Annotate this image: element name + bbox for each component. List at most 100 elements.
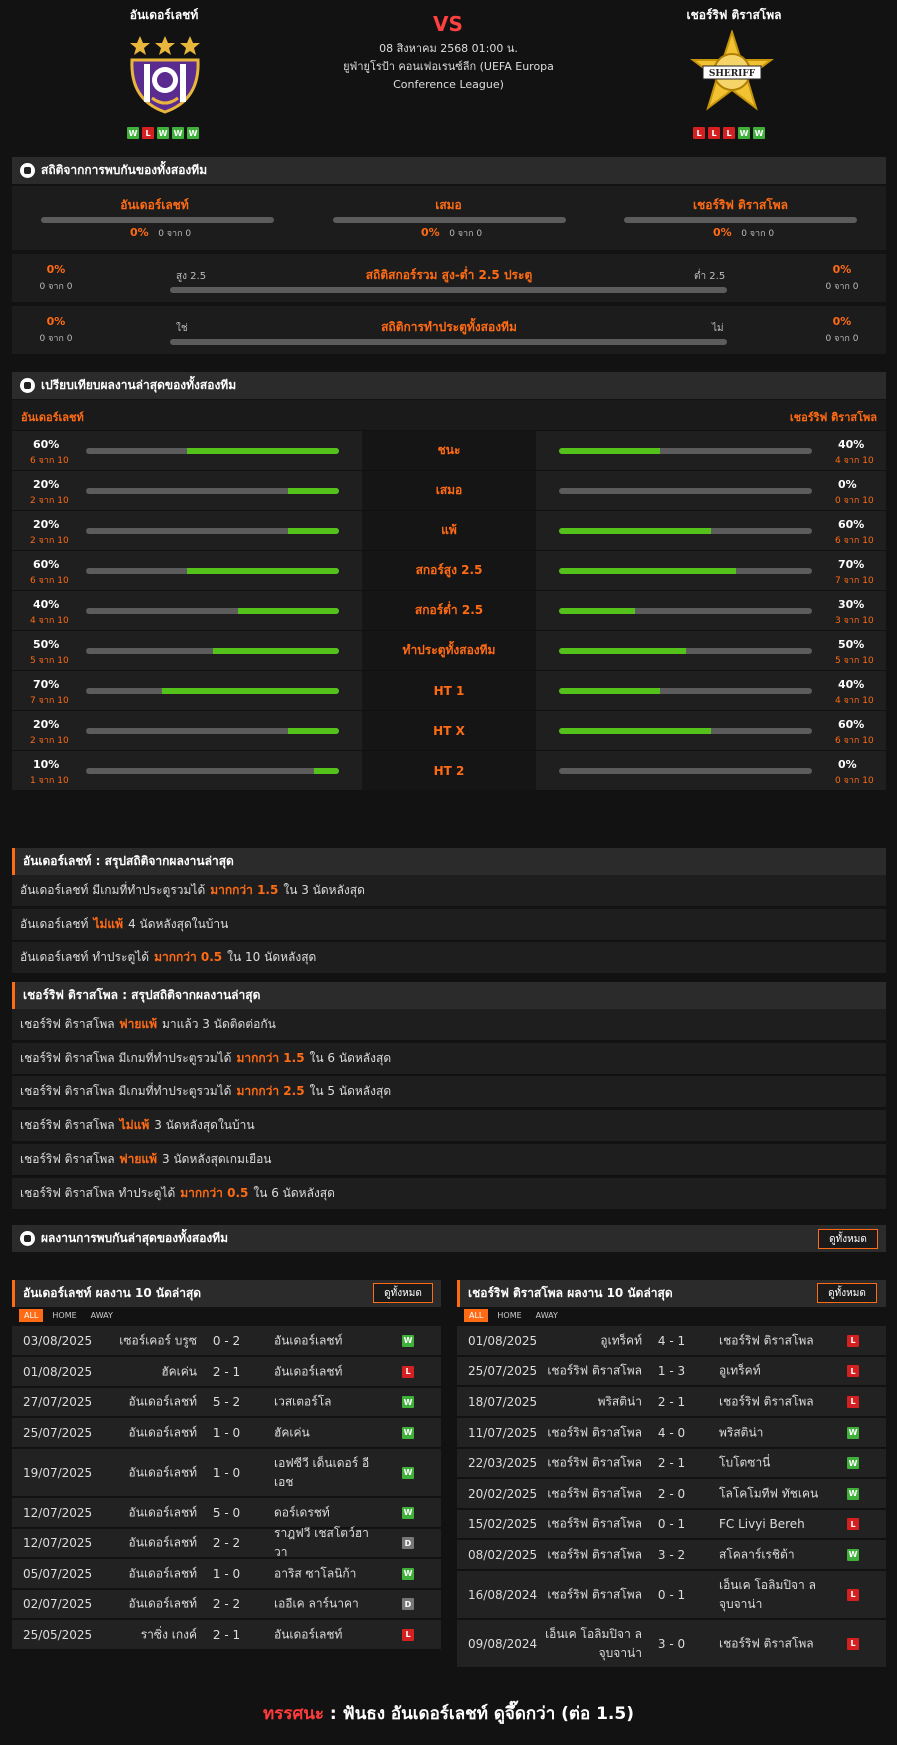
table-row[interactable]: 27/07/2025 อันเดอร์เลชท์ 5 - 2 เวสเตอร์โล W — [12, 1388, 441, 1417]
match-date: 19/07/2025 — [23, 1465, 93, 1480]
away-percent: 70% — [838, 558, 865, 571]
view-all-home-button[interactable]: ดูทั้งหมด — [373, 1283, 433, 1303]
away-bar — [559, 448, 812, 454]
table-row[interactable]: 25/07/2025 อันเดอร์เลชท์ 1 - 0 ฮัคเค่น W — [12, 1418, 441, 1448]
table-row[interactable]: 19/07/2025 อันเดอร์เลชท์ 1 - 0 เอฟซีวี เด็น… — [12, 1449, 441, 1497]
home-team: อูเทร็คท์ — [600, 1333, 642, 1347]
home-bar — [86, 448, 339, 454]
compare-away-team[interactable]: เชอร์ริฟ ติราสโพล — [790, 408, 877, 426]
table-row[interactable]: 12/07/2025 อันเดอร์เลชท์ 5 - 0 ดอร์เดรชท์ W — [12, 1498, 441, 1528]
h2h-away-stat: 0% 0 จาก 0 — [713, 226, 775, 239]
match-score: 1 - 0 — [212, 1465, 241, 1480]
compare-home-team[interactable]: อันเดอร์เลชท์ — [21, 408, 84, 426]
away-team: เออีเค ลาร์นาคา — [274, 1596, 359, 1611]
home-bar — [86, 608, 339, 614]
match-date: 27/07/2025 — [23, 1395, 93, 1409]
verdict-text: ฟันธง อันเดอร์เลชท์ ดูจึ๊ดกว่า (ต่อ 1.5) — [342, 1704, 634, 1724]
home-team: เชอร์ริฟ ติราสโพล — [547, 1547, 642, 1561]
summary-line: อันเดอร์เลชท์ ทำประตูได้ มากกว่า 0.5 ใน 10… — [12, 942, 886, 975]
match-date: 01/08/2025 — [468, 1333, 538, 1348]
table-row[interactable]: 03/08/2025 เซอร์เคอร์ บรูซ 0 - 2 อันเดอร์เล… — [12, 1326, 441, 1356]
table-row[interactable]: 01/08/2025 ฮัคเค่น 2 - 1 อันเดอร์เลชท์ L — [12, 1357, 441, 1387]
match-datetime: 08 สิงหาคม 2568 01:00 น. — [379, 42, 518, 55]
away-team: อูเทร็คท์ — [719, 1363, 761, 1378]
form-badge: L — [142, 127, 154, 139]
away-team: อันเดอร์เลชท์ — [274, 1333, 343, 1347]
match-date: 15/02/2025 — [468, 1517, 538, 1531]
away-team: เชอร์ริฟ ติราสโพล — [719, 1333, 814, 1347]
match-date: 18/07/2025 — [468, 1394, 538, 1409]
home-team: อันเดอร์เลชท์ — [128, 1465, 197, 1479]
home-team-logo[interactable] — [122, 30, 208, 116]
table-row[interactable]: 01/08/2025 อูเทร็คท์ 4 - 1 เชอร์ริฟ ติราสโพ… — [457, 1326, 886, 1356]
result-badge: W — [847, 1457, 859, 1469]
away-bar-fill — [559, 688, 661, 694]
summary-line: เชอร์ริฟ ติราสโพล มีเกมที่ทำประตูรวมได้ ม… — [12, 1042, 886, 1075]
match-score: 0 - 1 — [657, 1587, 686, 1602]
home-team: เชอร์ริฟ ติราสโพล — [547, 1587, 642, 1601]
table-row[interactable]: 22/03/2025 เชอร์ริฟ ติราสโพล 2 - 1 โบโตซานี… — [457, 1449, 886, 1478]
football-icon — [20, 1231, 35, 1246]
table-row[interactable]: 02/07/2025 อันเดอร์เลชท์ 2 - 2 เออีเค ลาร์น… — [12, 1590, 441, 1619]
home-team: อันเดอร์เลชท์ — [128, 1425, 197, 1439]
home-count: 6 จาก 10 — [30, 456, 69, 466]
home-bar-fill — [161, 688, 339, 694]
compare-label: เสมอ — [362, 471, 536, 510]
view-all-away-button[interactable]: ดูทั้งหมด — [817, 1283, 877, 1303]
compare-row: 50% 5 จาก 10 ทำประตูทั้งสองทีม 50% 5 จาก 10 — [12, 631, 886, 671]
tab-away[interactable]: AWAY — [531, 1309, 563, 1322]
football-icon — [20, 163, 35, 178]
form-badge: L — [708, 127, 720, 139]
home-count: 2 จาก 10 — [30, 496, 69, 506]
home-team: เซอร์เคอร์ บรูซ — [119, 1333, 197, 1347]
home-percent: 60% — [33, 558, 60, 571]
away-team-name[interactable]: เชอร์ริฟ ติราสโพล — [634, 6, 834, 25]
match-date: 16/08/2024 — [468, 1587, 538, 1602]
result-badge: W — [402, 1466, 414, 1479]
btts-right-pct: 0% — [832, 315, 852, 328]
away-bar-fill — [559, 448, 661, 454]
match-score: 2 - 1 — [212, 1364, 241, 1379]
home-team-name[interactable]: อันเดอร์เลชท์ — [64, 6, 264, 25]
tab-all[interactable]: ALL — [464, 1309, 489, 1322]
table-row[interactable]: 25/05/2025 ราซิ่ง เกงค์ 2 - 1 อันเดอร์เลชท์… — [12, 1620, 441, 1650]
table-row[interactable]: 16/08/2024 เชอร์ริฟ ติราสโพล 0 - 1 เอ็นเค โ… — [457, 1571, 886, 1619]
home-team: อันเดอร์เลชท์ — [128, 1394, 197, 1409]
compare-section-title: เปรียบเทียบผลงานล่าสุดของทั้งสองทีม — [12, 372, 886, 399]
away-count: 7 จาก 10 — [835, 576, 874, 586]
result-badge: W — [402, 1567, 414, 1580]
match-date: 03/08/2025 — [23, 1333, 93, 1348]
table-row[interactable]: 20/02/2025 เชอร์ริฟ ติราสโพล 2 - 0 โลโคโมที… — [457, 1479, 886, 1509]
tab-home[interactable]: HOME — [47, 1309, 81, 1322]
match-competition: ยูฟ่ายูโรป้า คอนเฟอเรนซ์ลีก (UEFA Europa… — [343, 60, 554, 91]
home-bar — [86, 488, 339, 494]
summary-line: เชอร์ริฟ ติราสโพล ไม่แพ้ 3 นัดหลังสุดในบ้า… — [12, 1110, 886, 1143]
tab-home[interactable]: HOME — [492, 1309, 526, 1322]
view-all-h2h-button[interactable]: ดูทั้งหมด — [818, 1229, 878, 1249]
table-row[interactable]: 05/07/2025 อันเดอร์เลชท์ 1 - 0 อาริส ซาโลนิ… — [12, 1559, 441, 1589]
home-team: เชอร์ริฟ ติราสโพล — [547, 1516, 642, 1531]
summary-highlight: ไม่แพ้ — [93, 916, 124, 931]
match-score: 5 - 2 — [212, 1395, 241, 1409]
compare-row: 70% 7 จาก 10 HT 1 40% 4 จาก 10 — [12, 671, 886, 711]
table-row[interactable]: 09/08/2024 เอ็นเค โอลิมปิจา ลจุบจาน่า 3 - … — [457, 1620, 886, 1668]
away-bar-fill — [559, 648, 686, 654]
match-date: 25/05/2025 — [23, 1627, 93, 1642]
tab-away[interactable]: AWAY — [86, 1309, 118, 1322]
table-row[interactable]: 18/07/2025 พริสติน่า 2 - 1 เชอร์ริฟ ติราสโพ… — [457, 1387, 886, 1417]
table-row[interactable]: 08/02/2025 เชอร์ริฟ ติราสโพล 3 - 2 สโคลาร์เ… — [457, 1540, 886, 1570]
compare-row: 20% 2 จาก 10 แพ้ 60% 6 จาก 10 — [12, 511, 886, 551]
away-bar-fill — [559, 528, 711, 534]
result-badge: W — [847, 1426, 859, 1439]
away-percent: 40% — [838, 678, 865, 691]
table-row[interactable]: 11/07/2025 เชอร์ริฟ ติราสโพล 4 - 0 พริสติน่… — [457, 1418, 886, 1448]
ou-right-pct: 0% — [832, 263, 852, 276]
table-row[interactable]: 15/02/2025 เชอร์ริฟ ติราสโพล 0 - 1 FC Livyi… — [457, 1510, 886, 1539]
summary-text: เชอร์ริฟ ติราสโพล มีเกมที่ทำประตูรวมได้ — [20, 1084, 232, 1099]
table-row[interactable]: 25/07/2025 เชอร์ริฟ ติราสโพล 1 - 3 อูเทร็คท… — [457, 1357, 886, 1386]
table-row[interactable]: 12/07/2025 อันเดอร์เลชท์ 2 - 2 ราฎฟวี เชสโต… — [12, 1526, 441, 1559]
tab-all[interactable]: ALL — [19, 1309, 44, 1322]
away-team-logo[interactable]: SHERIFF — [689, 30, 775, 116]
away-team: อาริส ซาโลนิก้า — [274, 1566, 357, 1580]
result-badge: W — [847, 1487, 859, 1500]
